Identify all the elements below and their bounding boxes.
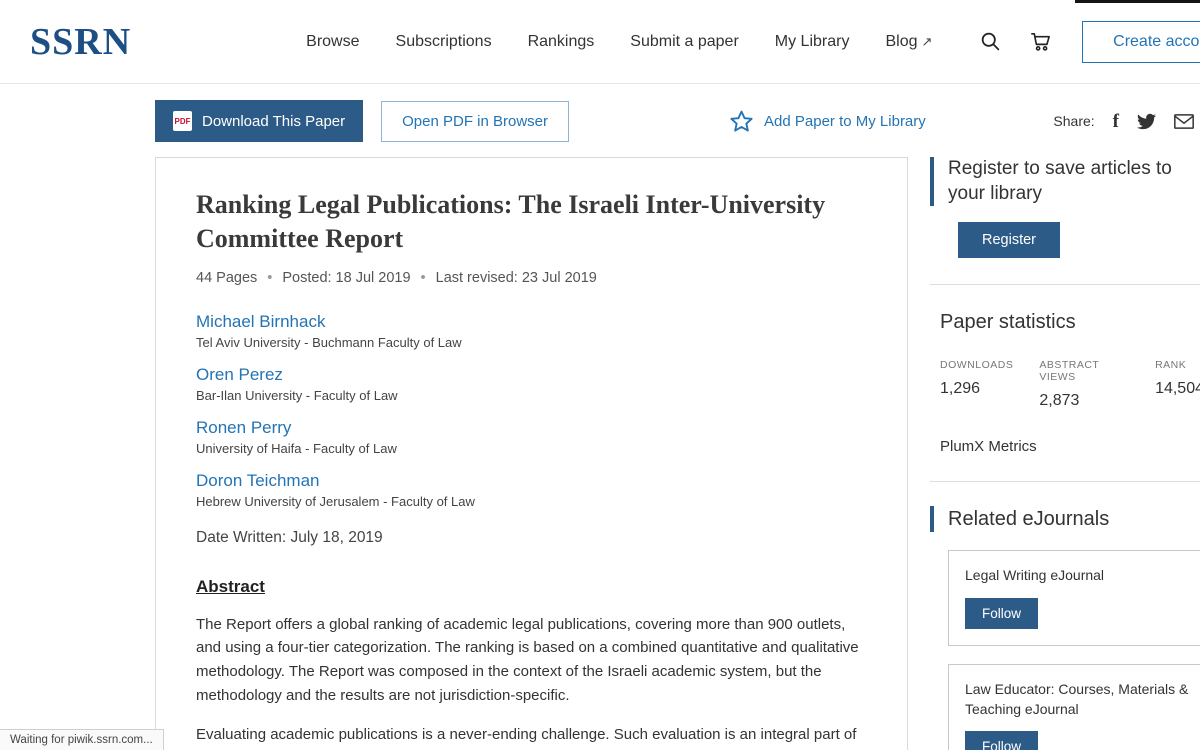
author-entry: Ronen Perry University of Haifa - Facult… <box>196 418 867 456</box>
open-pdf-button[interactable]: Open PDF in Browser <box>381 101 569 142</box>
nav-blog[interactable]: Blog ↗ <box>885 33 932 51</box>
twitter-icon[interactable] <box>1137 112 1156 131</box>
author-affiliation: University of Haifa - Faculty of Law <box>196 441 867 456</box>
cart-button[interactable] <box>1029 30 1052 53</box>
add-to-library-label: Add Paper to My Library <box>764 113 926 130</box>
related-ejournals: Related eJournals Legal Writing eJournal… <box>930 506 1200 750</box>
related-ejournals-heading: Related eJournals <box>948 506 1109 532</box>
abstract-paragraph-2: Evaluating academic publications is a ne… <box>196 723 867 750</box>
paper-meta: 44 Pages Posted: 18 Jul 2019 Last revise… <box>196 270 867 286</box>
stat-abstract-views: ABSTRACT VIEWS 2,873 <box>1039 359 1129 410</box>
journal-link[interactable]: Law Educator: Courses, Materials & Teach… <box>965 679 1200 720</box>
author-link[interactable]: Ronen Perry <box>196 418 291 438</box>
stat-label: DOWNLOADS <box>940 359 1013 371</box>
paper-card: Ranking Legal Publications: The Israeli … <box>155 157 908 750</box>
nav-submit-paper[interactable]: Submit a paper <box>630 33 739 51</box>
journal-link[interactable]: Legal Writing eJournal <box>965 565 1200 585</box>
email-icon[interactable] <box>1174 114 1194 129</box>
cart-icon <box>1029 30 1052 53</box>
download-paper-label: Download This Paper <box>202 113 345 130</box>
author-affiliation: Hebrew University of Jerusalem - Faculty… <box>196 494 867 509</box>
stat-downloads: DOWNLOADS 1,296 <box>940 359 1013 410</box>
stat-rank: RANK 14,504 <box>1155 359 1200 410</box>
author-entry: Doron Teichman Hebrew University of Jeru… <box>196 471 867 509</box>
abstract-paragraph-1: The Report offers a global ranking of ac… <box>196 613 867 708</box>
stat-value: 1,296 <box>940 380 1013 398</box>
stat-value: 14,504 <box>1155 380 1200 398</box>
content-columns: Ranking Legal Publications: The Israeli … <box>155 157 1200 750</box>
follow-button[interactable]: Follow <box>965 731 1038 750</box>
pdf-icon: PDF <box>173 111 192 131</box>
star-icon <box>729 109 754 134</box>
add-to-library-button[interactable]: Add Paper to My Library <box>729 109 926 134</box>
search-icon <box>980 31 1001 52</box>
author-list: Michael Birnhack Tel Aviv University - B… <box>196 312 867 509</box>
sidebar: Register to save articles to your librar… <box>930 157 1200 750</box>
paper-statistics: Paper statistics DOWNLOADS 1,296 ABSTRAC… <box>930 309 1200 455</box>
register-heading: Register to save articles to your librar… <box>948 157 1173 206</box>
page-count: 44 Pages <box>196 270 257 286</box>
posted-date: Posted: 18 Jul 2019 <box>257 270 410 286</box>
nav-blog-label: Blog <box>885 33 917 51</box>
follow-button[interactable]: Follow <box>965 598 1038 629</box>
external-link-icon: ↗ <box>922 34 933 50</box>
stat-label: ABSTRACT VIEWS <box>1039 359 1129 383</box>
revised-date: Last revised: 23 Jul 2019 <box>411 270 597 286</box>
author-link[interactable]: Oren Perez <box>196 365 283 385</box>
nav-rankings[interactable]: Rankings <box>528 33 595 51</box>
register-box: Register to save articles to your librar… <box>930 157 1200 258</box>
author-affiliation: Bar-Ilan University - Faculty of Law <box>196 388 867 403</box>
nav-browse[interactable]: Browse <box>306 33 359 51</box>
author-entry: Oren Perez Bar-Ilan University - Faculty… <box>196 365 867 403</box>
author-link[interactable]: Doron Teichman <box>196 471 319 491</box>
stat-value: 2,873 <box>1039 392 1129 410</box>
accent-bar <box>930 506 934 532</box>
ssrn-logo[interactable]: SSRN <box>30 20 131 64</box>
paper-title: Ranking Legal Publications: The Israeli … <box>196 188 861 256</box>
abstract-heading: Abstract <box>196 577 867 597</box>
sidebar-divider <box>930 284 1200 285</box>
browser-status-bar: Waiting for piwik.ssrn.com... <box>0 729 164 750</box>
date-written: Date Written: July 18, 2019 <box>196 529 867 547</box>
main-nav: Browse Subscriptions Rankings Submit a p… <box>306 33 932 51</box>
paper-statistics-heading: Paper statistics <box>940 309 1200 335</box>
search-button[interactable] <box>980 31 1001 52</box>
journal-card: Legal Writing eJournal Follow <box>948 550 1200 645</box>
page: SSRN Browse Subscriptions Rankings Submi… <box>0 0 1200 750</box>
download-paper-button[interactable]: PDF Download This Paper <box>155 100 363 142</box>
create-account-button[interactable]: Create account <box>1082 21 1200 63</box>
stat-label: RANK <box>1155 359 1200 371</box>
share-section: Share: f <box>1053 112 1200 131</box>
author-affiliation: Tel Aviv University - Buchmann Faculty o… <box>196 335 867 350</box>
accent-bar <box>930 157 934 206</box>
stats-row: DOWNLOADS 1,296 ABSTRACT VIEWS 2,873 RAN… <box>940 359 1200 410</box>
journal-card: Law Educator: Courses, Materials & Teach… <box>948 664 1200 750</box>
register-button[interactable]: Register <box>958 222 1060 258</box>
facebook-icon[interactable]: f <box>1113 112 1119 131</box>
top-edge-artifact <box>1075 0 1200 3</box>
author-entry: Michael Birnhack Tel Aviv University - B… <box>196 312 867 350</box>
paper-actions-row: PDF Download This Paper Open PDF in Brow… <box>155 100 1200 142</box>
nav-subscriptions[interactable]: Subscriptions <box>396 33 492 51</box>
plumx-metrics-link[interactable]: PlumX Metrics <box>940 438 1200 455</box>
header-icons <box>980 30 1052 53</box>
sidebar-divider <box>930 481 1200 482</box>
site-header: SSRN Browse Subscriptions Rankings Submi… <box>0 0 1200 84</box>
share-label: Share: <box>1053 113 1094 129</box>
nav-my-library[interactable]: My Library <box>775 33 850 51</box>
author-link[interactable]: Michael Birnhack <box>196 312 325 332</box>
